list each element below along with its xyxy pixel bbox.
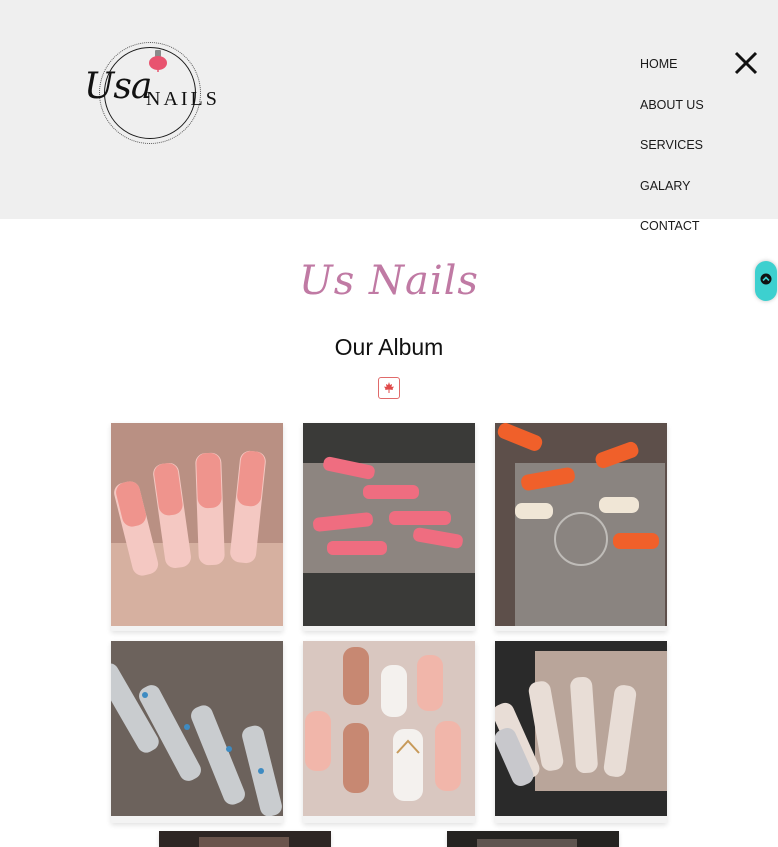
- gallery-item[interactable]: [303, 641, 475, 823]
- site-header: Usa NAILS HOME ABOUT US SERVICES GALARY …: [0, 0, 778, 233]
- close-menu-button[interactable]: [733, 50, 759, 76]
- gallery-item[interactable]: [495, 641, 667, 823]
- nav-services[interactable]: SERVICES: [640, 137, 730, 178]
- logo-script-text: Usa: [84, 66, 152, 107]
- gallery-item[interactable]: [159, 831, 331, 847]
- pink-glitter-ombre-nails: [111, 423, 283, 626]
- nav-gallery[interactable]: GALARY: [640, 178, 730, 219]
- site-logo[interactable]: Usa NAILS: [82, 42, 222, 144]
- maple-badge: [378, 377, 400, 399]
- gallery-item[interactable]: [495, 423, 667, 631]
- nav-home[interactable]: HOME: [640, 56, 730, 97]
- scroll-top-button[interactable]: [755, 261, 777, 301]
- gallery-item[interactable]: [111, 423, 283, 631]
- maple-leaf-icon: [384, 382, 394, 393]
- brand-title: Us Nails: [299, 258, 479, 304]
- chevron-up-icon: [760, 273, 772, 285]
- section-title: Our Album: [334, 334, 444, 360]
- logo-word-text: NAILS: [146, 88, 220, 110]
- nav-about-us[interactable]: ABOUT US: [640, 97, 730, 138]
- nav-contact[interactable]: CONTACT: [640, 218, 730, 259]
- gallery-photo-7: [159, 831, 331, 847]
- gallery-item[interactable]: [111, 641, 283, 823]
- chrome-rhinestone-nails: [495, 641, 667, 816]
- close-icon: [734, 51, 758, 75]
- gallery-item[interactable]: [303, 423, 475, 631]
- blue-butterfly-nails: [111, 641, 283, 816]
- gallery-photo-8: [447, 831, 619, 847]
- rose-gold-chevron-nails: [303, 641, 475, 816]
- coral-pink-coffin-nails: [303, 423, 475, 626]
- gallery-item[interactable]: [447, 831, 619, 847]
- orange-dreamcatcher-nails: [495, 423, 667, 626]
- main-nav: HOME ABOUT US SERVICES GALARY CONTACT: [640, 56, 730, 259]
